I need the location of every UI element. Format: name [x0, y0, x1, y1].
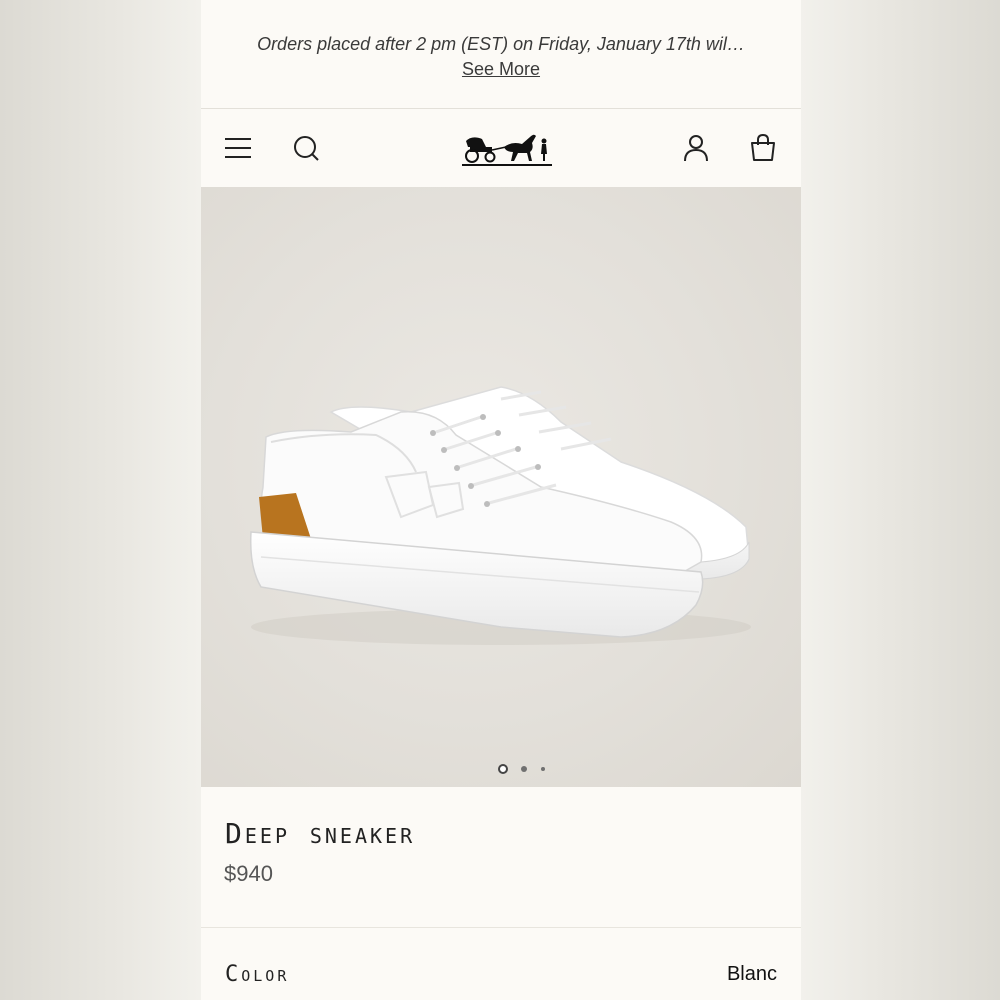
section-divider: [201, 927, 801, 928]
product-image-carousel[interactable]: [201, 187, 801, 787]
see-more-link[interactable]: See More: [201, 59, 801, 80]
product-page: Orders placed after 2 pm (EST) on Friday…: [201, 0, 801, 1000]
color-label: Color: [225, 962, 290, 987]
brand-logo[interactable]: [460, 125, 554, 171]
product-info: Deep sneaker $940 Color Blanc: [201, 787, 801, 1000]
account-icon[interactable]: [681, 133, 711, 163]
banner-message: Orders placed after 2 pm (EST) on Friday…: [257, 34, 745, 54]
shopping-bag-icon[interactable]: [748, 133, 778, 163]
site-header: [201, 109, 801, 187]
search-icon[interactable]: [291, 133, 321, 163]
sneaker-image: [249, 386, 751, 645]
product-price: $940: [224, 861, 273, 886]
carousel-dot-2[interactable]: [521, 766, 527, 772]
menu-icon[interactable]: [223, 133, 253, 163]
product-title: Deep sneaker: [225, 817, 416, 850]
carousel-dot-3[interactable]: [541, 767, 545, 771]
carousel-pagination: [201, 763, 801, 775]
carousel-dot-1[interactable]: [498, 764, 508, 774]
color-selector[interactable]: Blanc: [727, 963, 777, 986]
announcement-banner: Orders placed after 2 pm (EST) on Friday…: [201, 0, 801, 109]
